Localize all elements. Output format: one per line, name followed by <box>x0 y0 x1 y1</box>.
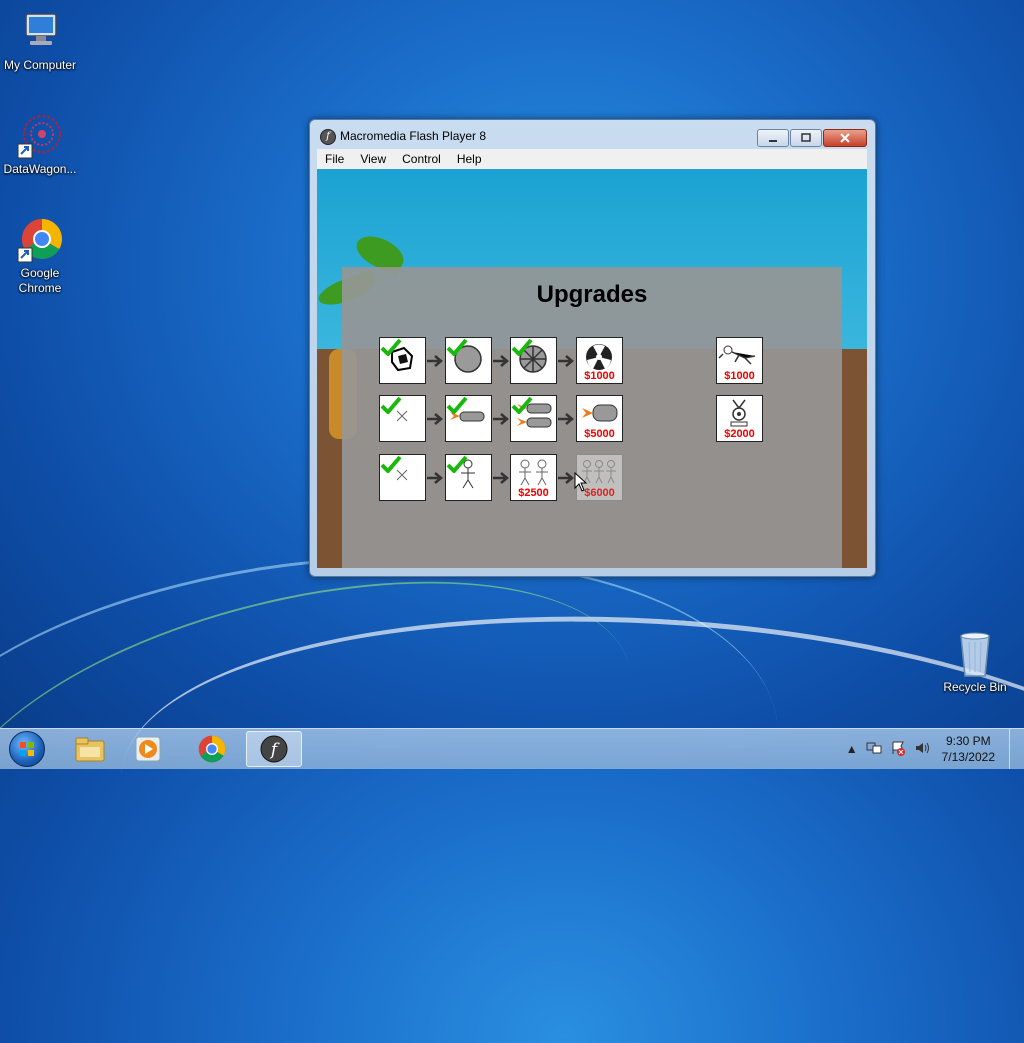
desktop-icon-label: My Computer <box>3 58 77 72</box>
minimize-icon <box>769 140 777 142</box>
flash-player-icon: f <box>260 735 288 763</box>
taskbar-flash-player[interactable]: f <box>246 731 302 767</box>
taskbar-media-player[interactable] <box>120 731 176 767</box>
desktop-icon-recycle-bin[interactable]: Recycle Bin <box>935 630 1015 695</box>
upgrade-one-helper[interactable] <box>445 454 492 501</box>
taskbar-chrome[interactable] <box>184 731 240 767</box>
desktop-icon-label: Recycle Bin <box>943 680 1007 694</box>
upgrade-price: $2000 <box>724 428 755 440</box>
maximize-icon <box>801 133 811 142</box>
taskbar-file-explorer[interactable] <box>62 731 118 767</box>
chrome-icon <box>198 735 226 763</box>
close-icon <box>840 133 850 143</box>
menu-control[interactable]: Control <box>394 152 449 166</box>
desktop-icon-my-computer[interactable]: My Computer <box>0 8 80 73</box>
arrow-right-icon <box>493 413 509 425</box>
upgrade-empty-slot[interactable] <box>379 395 426 442</box>
window-titlebar[interactable]: f Macromedia Flash Player 8 <box>310 120 875 152</box>
action-center-icon[interactable] <box>890 740 906 759</box>
datawagon-icon <box>16 112 64 160</box>
desktop-icon-datawagon[interactable]: DataWagon... <box>0 112 80 177</box>
arrow-right-icon <box>493 472 509 484</box>
menu-file[interactable]: File <box>317 152 352 166</box>
maximize-button[interactable] <box>790 129 822 147</box>
clock-date: 7/13/2022 <box>941 750 995 764</box>
windows-logo-icon <box>9 731 45 767</box>
check-icon <box>446 338 468 356</box>
desktop-icon-label: Google Chrome <box>18 266 62 295</box>
flash-app-icon: f <box>320 129 336 145</box>
show-hidden-icons-icon[interactable]: ▲ <box>846 742 858 756</box>
wallpaper-swoosh <box>0 514 800 1029</box>
check-icon <box>380 338 402 356</box>
upgrade-double-rocket[interactable] <box>510 395 557 442</box>
upgrade-price: $1000 <box>584 370 615 382</box>
show-desktop-button[interactable] <box>1009 729 1024 769</box>
arrow-right-icon <box>558 413 574 425</box>
system-tray: ▲ 9:30 PM 7/13/2022 <box>842 729 1024 769</box>
upgrade-crawling-figure[interactable]: $1000 <box>716 337 763 384</box>
check-icon <box>511 396 533 414</box>
folder-icon <box>75 737 105 762</box>
clock-time: 9:30 PM <box>945 734 991 748</box>
arrow-right-icon <box>427 472 443 484</box>
mouse-cursor-icon <box>574 472 588 492</box>
desktop-icon-google-chrome[interactable]: Google Chrome <box>0 216 80 296</box>
minimize-button[interactable] <box>757 129 789 147</box>
upgrade-big-rocket[interactable]: $5000 <box>576 395 623 442</box>
upgrade-radiation-ball[interactable]: $1000 <box>576 337 623 384</box>
volume-icon[interactable] <box>914 741 930 758</box>
start-button[interactable] <box>4 729 50 769</box>
arrow-right-icon <box>427 355 443 367</box>
upgrade-rock[interactable] <box>379 337 426 384</box>
upgrade-price: $1000 <box>724 370 755 382</box>
upgrade-empty-slot[interactable] <box>379 454 426 501</box>
network-icon[interactable] <box>866 741 882 758</box>
upgrades-heading: Upgrades <box>536 281 648 308</box>
check-icon <box>511 338 533 356</box>
upgrade-price: $2500 <box>518 487 549 499</box>
check-icon <box>446 396 468 414</box>
menu-bar: File View Control Help <box>317 149 867 169</box>
chrome-icon <box>16 216 64 264</box>
recycle-bin-icon <box>951 630 999 678</box>
upgrade-ball[interactable] <box>445 337 492 384</box>
menu-view[interactable]: View <box>352 152 394 166</box>
close-button[interactable] <box>823 129 867 147</box>
check-icon <box>446 455 468 473</box>
upgrades-panel: Upgrades $1000 $5000 $2500 $6000 $1000 $… <box>342 267 842 568</box>
upgrade-rocket[interactable] <box>445 395 492 442</box>
check-icon <box>380 455 402 473</box>
window-title: Macromedia Flash Player 8 <box>340 129 487 143</box>
arrow-right-icon <box>558 355 574 367</box>
upgrade-robot[interactable]: $2000 <box>716 395 763 442</box>
flash-player-window[interactable]: f Macromedia Flash Player 8 File View Co… <box>309 119 876 577</box>
computer-icon <box>16 8 64 56</box>
upgrade-price: $5000 <box>584 428 615 440</box>
desktop-icon-label: DataWagon... <box>3 162 77 176</box>
upgrade-spiked-ball[interactable] <box>510 337 557 384</box>
wallpaper-swoosh <box>107 582 1024 1043</box>
media-player-icon <box>135 736 161 762</box>
taskbar: f ▲ 9:30 PM 7/13/2022 <box>0 728 1024 769</box>
clock[interactable]: 9:30 PM 7/13/2022 <box>942 733 995 765</box>
menu-help[interactable]: Help <box>449 152 490 166</box>
check-icon <box>380 396 402 414</box>
upgrade-two-helpers[interactable]: $2500 <box>510 454 557 501</box>
arrow-right-icon <box>427 413 443 425</box>
arrow-right-icon <box>493 355 509 367</box>
flash-stage[interactable]: Upgrades $1000 $5000 $2500 $6000 $1000 $… <box>317 169 867 568</box>
